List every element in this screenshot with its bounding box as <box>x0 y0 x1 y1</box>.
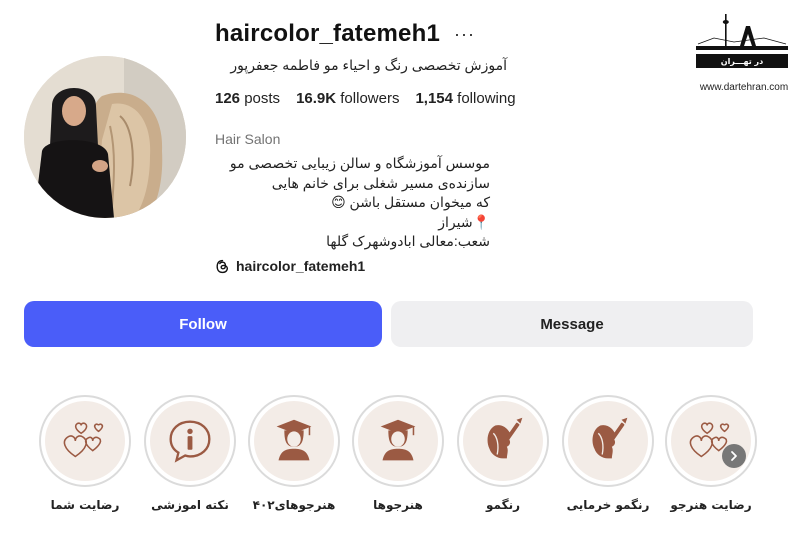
story-highlights: رضایت هنرجو رنگمو خرمایی رنگمو هنرجوها ه… <box>0 395 800 535</box>
highlight-ring <box>457 395 549 487</box>
profile-full-name: آموزش تخصصی رنگ و احیاء مو فاطمه جعفرپور <box>230 57 507 73</box>
highlight-ring <box>144 395 236 487</box>
bio-line: 📍شیراز <box>438 213 490 230</box>
watermark-url: www.dartehran.com <box>699 82 789 93</box>
profile-bio: موسس آموزشگاه و سالن زیبایی تخصصی مو ساز… <box>215 154 490 252</box>
highlight-label: رنگمو خرمایی <box>566 498 650 512</box>
profile-stats: 126 posts 16.9K followers 1,154 followin… <box>215 90 516 107</box>
more-options-button[interactable]: ··· <box>454 24 475 45</box>
followers-link[interactable]: 16.9K followers <box>296 90 399 107</box>
highlight-item[interactable]: هنرجوهای۴۰۲ <box>246 395 342 512</box>
highlight-ring <box>39 395 131 487</box>
hair-color-icon <box>592 417 628 459</box>
profile-username: haircolor_fatemeh1 <box>215 20 441 47</box>
highlight-label: نکته اموزشی <box>151 498 229 512</box>
profile-category: Hair Salon <box>215 131 281 147</box>
highlight-ring <box>562 395 654 487</box>
message-button[interactable]: Message <box>391 301 753 347</box>
highlight-label: هنرجوها <box>373 498 423 512</box>
watermark-logo-text: در تهـــران <box>721 57 764 66</box>
hearts-icon <box>63 422 104 458</box>
posts-count: 126 posts <box>215 90 281 107</box>
highlight-ring <box>248 395 340 487</box>
bio-line: که میخوان مستقل باشن 😊 <box>331 194 490 211</box>
watermark-logo: در تهـــران www.dartehran.com <box>694 8 794 93</box>
avatar-photo <box>24 56 186 218</box>
highlight-ring <box>352 395 444 487</box>
bio-line: شعب:معالی ابادوشهرک گلها <box>326 233 490 250</box>
hair-color-icon <box>487 417 523 459</box>
highlight-item[interactable]: نکته اموزشی <box>142 395 238 512</box>
highlight-item[interactable]: رنگمو خرمایی <box>560 395 656 512</box>
highlight-label: رنگمو <box>486 498 520 512</box>
following-link[interactable]: 1,154 following <box>415 90 515 107</box>
highlight-ring <box>665 395 757 487</box>
bio-line: موسس آموزشگاه و سالن زیبایی تخصصی مو <box>229 155 490 171</box>
highlight-label: رضایت شما <box>50 498 120 512</box>
highlight-item[interactable]: رنگمو <box>455 395 551 512</box>
threads-handle: haircolor_fatemeh1 <box>236 258 366 274</box>
highlight-item[interactable]: رضایت شما <box>37 395 133 512</box>
chevron-right-icon <box>731 451 737 461</box>
threads-link[interactable]: haircolor_fatemeh1 <box>215 258 365 274</box>
bio-line: سازنده‌ی مسیر شغلی برای خانم هایی <box>271 174 490 191</box>
profile-avatar[interactable] <box>24 56 186 218</box>
tehran-skyline-logo: در تهـــران <box>696 14 788 68</box>
follow-button[interactable]: Follow <box>24 301 382 347</box>
highlights-next-button[interactable] <box>722 444 746 468</box>
graduate-icon <box>380 419 416 461</box>
graduate-icon <box>276 419 312 461</box>
highlight-label: هنرجوهای۴۰۲ <box>252 498 336 512</box>
highlight-item[interactable]: هنرجوها <box>350 395 446 512</box>
threads-icon <box>216 259 229 273</box>
highlight-label: رضایت هنرجو <box>670 498 752 512</box>
info-icon <box>169 420 211 463</box>
